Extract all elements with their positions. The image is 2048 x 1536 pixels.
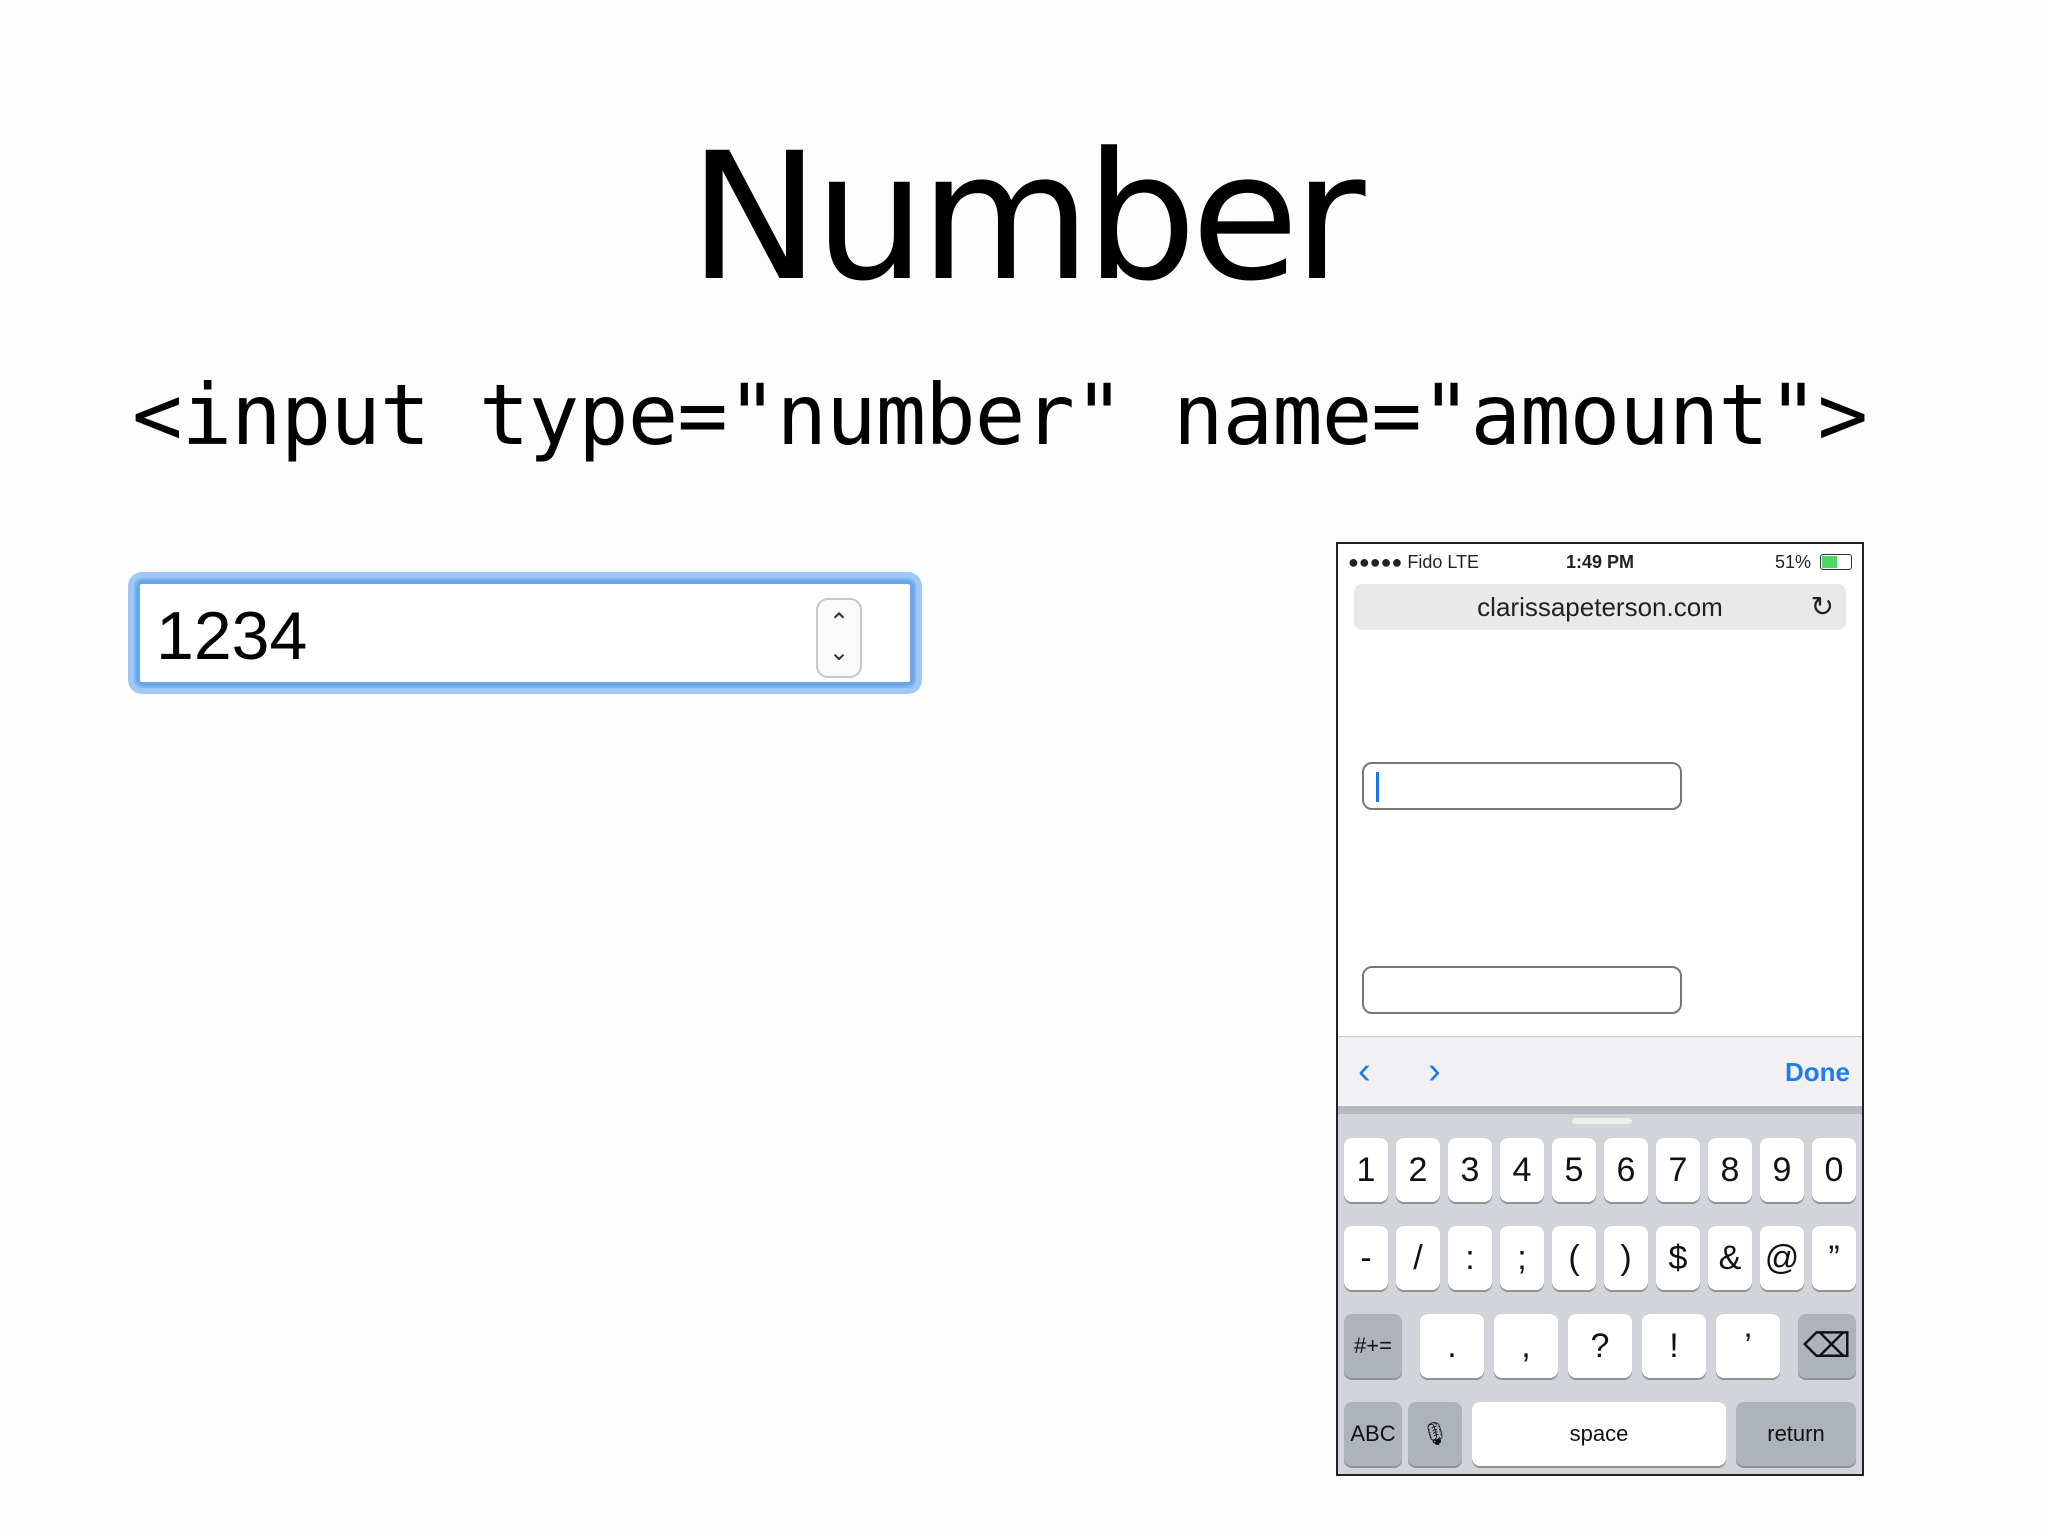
battery-status: 51% [1775, 552, 1852, 573]
symbols-key[interactable]: #+= [1344, 1314, 1402, 1378]
key[interactable]: @ [1760, 1226, 1804, 1290]
number-spinner[interactable]: ⌃ ⌄ [816, 598, 862, 678]
key[interactable]: ” [1812, 1226, 1856, 1290]
battery-percent: 51% [1774, 552, 1811, 572]
keyboard-handle [1572, 1118, 1632, 1124]
key[interactable]: 0 [1812, 1138, 1856, 1202]
key[interactable]: 7 [1656, 1138, 1700, 1202]
number-input-value: 1234 [156, 598, 308, 674]
previous-field-icon[interactable]: ‹ [1358, 1051, 1371, 1091]
return-key[interactable]: return [1736, 1402, 1856, 1466]
keyboard-accessory-bar: ‹ › Done [1338, 1036, 1862, 1107]
key[interactable]: : [1448, 1226, 1492, 1290]
space-key[interactable]: space [1472, 1402, 1726, 1466]
address-bar[interactable]: clarissapeterson.com ↻ [1354, 584, 1846, 630]
key[interactable]: & [1708, 1226, 1752, 1290]
key[interactable]: ’ [1716, 1314, 1780, 1378]
delete-icon[interactable]: ⌫ [1798, 1314, 1856, 1378]
phone-field-second[interactable] [1362, 966, 1682, 1014]
key[interactable]: ) [1604, 1226, 1648, 1290]
status-bar: ●●●●● Fido LTE 1:49 PM 51% [1338, 544, 1862, 578]
key[interactable]: ! [1642, 1314, 1706, 1378]
key[interactable]: 2 [1396, 1138, 1440, 1202]
key[interactable]: ? [1568, 1314, 1632, 1378]
key[interactable]: $ [1656, 1226, 1700, 1290]
key[interactable]: . [1420, 1314, 1484, 1378]
phone-screenshot: ●●●●● Fido LTE 1:49 PM 51% clarissapeter… [1336, 542, 1864, 1476]
text-caret [1376, 772, 1379, 802]
key[interactable]: 6 [1604, 1138, 1648, 1202]
abc-key[interactable]: ABC [1344, 1402, 1402, 1466]
key[interactable]: - [1344, 1226, 1388, 1290]
key[interactable]: 5 [1552, 1138, 1596, 1202]
next-field-icon[interactable]: › [1428, 1051, 1441, 1091]
spinner-up-icon[interactable]: ⌃ [829, 608, 849, 638]
battery-icon [1820, 554, 1852, 570]
key[interactable]: , [1494, 1314, 1558, 1378]
key[interactable]: 4 [1500, 1138, 1544, 1202]
key[interactable]: 3 [1448, 1138, 1492, 1202]
desktop-number-input[interactable]: 1234 ⌃ ⌄ [134, 578, 916, 688]
microphone-icon[interactable]: 🎙 [1408, 1402, 1462, 1466]
slide-title: Number [688, 115, 1365, 320]
code-snippet: <input type="number" name="amount"> [132, 366, 1868, 464]
key[interactable]: 8 [1708, 1138, 1752, 1202]
key[interactable]: / [1396, 1226, 1440, 1290]
key[interactable]: ( [1552, 1226, 1596, 1290]
spinner-down-icon[interactable]: ⌄ [829, 638, 849, 668]
reload-icon[interactable]: ↻ [1811, 584, 1834, 630]
key[interactable]: 1 [1344, 1138, 1388, 1202]
key[interactable]: 9 [1760, 1138, 1804, 1202]
key[interactable]: ; [1500, 1226, 1544, 1290]
phone-number-field-focused[interactable] [1362, 762, 1682, 810]
url-text: clarissapeterson.com [1477, 592, 1723, 622]
ios-keyboard: 1 2 3 4 5 6 7 8 9 0 - / : ; ( ) $ & @ ” … [1338, 1106, 1862, 1474]
done-button[interactable]: Done [1785, 1057, 1850, 1088]
